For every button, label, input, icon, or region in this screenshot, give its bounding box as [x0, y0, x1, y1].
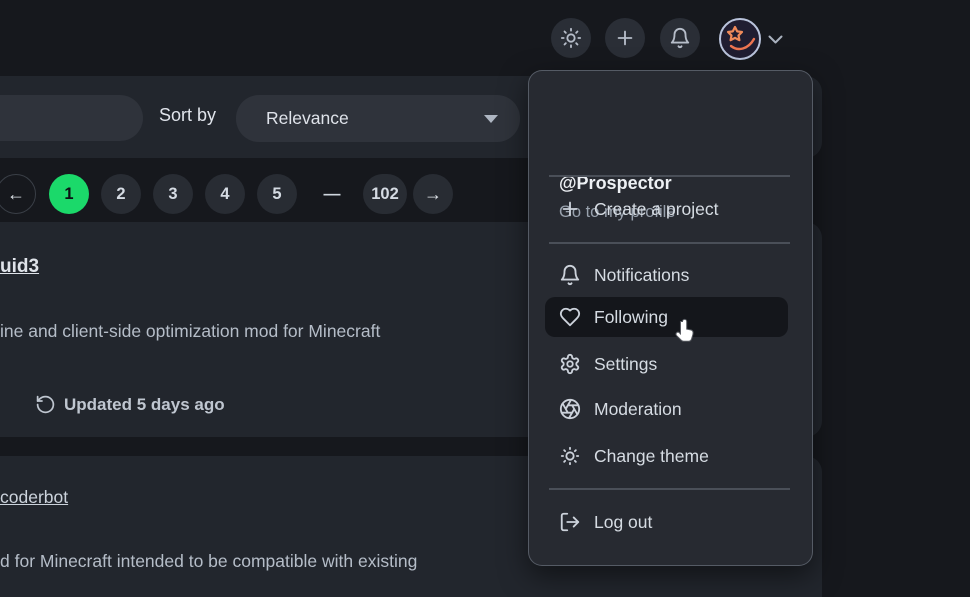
menu-item-create-project[interactable]: Create a project	[529, 189, 812, 229]
project-author-link[interactable]: coderbot	[0, 487, 68, 508]
aperture-icon	[559, 398, 581, 420]
notifications-button[interactable]	[660, 18, 700, 58]
pagination-page-2[interactable]: 2	[101, 174, 141, 214]
arrow-left-icon: ←	[7, 184, 25, 205]
menu-divider	[549, 488, 790, 490]
pagination-page-1[interactable]: 1	[49, 174, 89, 214]
user-dropdown-menu: @Prospector Go to my profile Create a pr…	[528, 70, 813, 566]
user-avatar[interactable]	[718, 17, 762, 61]
menu-divider	[549, 175, 790, 177]
bell-icon	[669, 27, 691, 49]
project-description: ine and client-side optimization mod for…	[0, 321, 380, 342]
pagination-page-3[interactable]: 3	[153, 174, 193, 214]
avatar-shooting-star-icon	[718, 17, 762, 61]
pagination-gap: —	[316, 174, 348, 214]
menu-item-label: Following	[594, 307, 668, 328]
gear-icon	[559, 353, 581, 375]
menu-divider	[549, 242, 790, 244]
sort-by-label: Sort by	[159, 105, 216, 126]
project-description: d for Minecraft intended to be compatibl…	[0, 551, 417, 572]
arrow-right-icon: →	[424, 184, 442, 205]
caret-down-icon	[484, 115, 498, 123]
menu-item-following[interactable]: Following	[529, 297, 812, 337]
menu-item-change-theme[interactable]: Change theme	[529, 436, 812, 476]
hand-cursor-icon	[672, 318, 698, 348]
pagination-next-button[interactable]: →	[413, 174, 453, 214]
bell-icon	[559, 264, 581, 286]
pagination-page-last[interactable]: 102	[363, 174, 407, 214]
menu-item-label: Moderation	[594, 399, 682, 420]
chevron-down-icon[interactable]	[768, 35, 783, 45]
sort-select-value: Relevance	[266, 108, 349, 129]
sun-icon	[560, 27, 582, 49]
menu-item-label: Log out	[594, 512, 652, 533]
plus-icon	[559, 198, 581, 220]
menu-item-label: Create a project	[594, 199, 719, 220]
project-updated: Updated 5 days ago	[35, 394, 225, 415]
sort-select[interactable]: Relevance	[236, 95, 520, 142]
heart-icon	[559, 306, 581, 328]
menu-item-settings[interactable]: Settings	[529, 344, 812, 384]
search-input[interactable]	[0, 95, 143, 141]
project-updated-text: Updated 5 days ago	[64, 395, 225, 415]
create-project-button[interactable]	[605, 18, 645, 58]
menu-item-notifications[interactable]: Notifications	[529, 255, 812, 295]
refresh-icon	[35, 394, 56, 415]
pagination-page-4[interactable]: 4	[205, 174, 245, 214]
modrinth-search-page: Sort by Relevance ← 1 2 3 4 5 — 102 → ui…	[0, 0, 970, 597]
menu-item-label: Change theme	[594, 446, 709, 467]
theme-toggle-button[interactable]	[551, 18, 591, 58]
project-title-link[interactable]: uid3	[0, 256, 39, 278]
pagination-page-5[interactable]: 5	[257, 174, 297, 214]
pagination-prev-button[interactable]: ←	[0, 174, 36, 214]
menu-item-moderation[interactable]: Moderation	[529, 389, 812, 429]
menu-item-label: Notifications	[594, 265, 689, 286]
plus-icon	[614, 27, 636, 49]
menu-item-label: Settings	[594, 354, 657, 375]
menu-item-logout[interactable]: Log out	[529, 502, 812, 542]
logout-icon	[559, 511, 581, 533]
sun-icon	[559, 445, 581, 467]
